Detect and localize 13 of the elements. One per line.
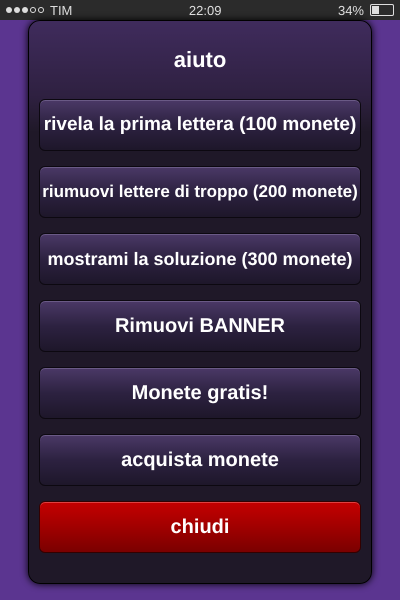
option-button[interactable]: rivela la prima lettera (100 monete) xyxy=(39,99,361,151)
option-button[interactable]: Monete gratis! xyxy=(39,367,361,419)
clock-time: 22:09 xyxy=(188,2,222,18)
option-button[interactable]: Rimuovi BANNER xyxy=(39,300,361,352)
battery-icon xyxy=(370,4,394,16)
option-button[interactable]: acquista monete xyxy=(39,434,361,486)
battery-percent: 34% xyxy=(338,2,364,18)
option-button[interactable]: riumuovi lettere di troppo (200 monete) xyxy=(39,166,361,218)
carrier-name: TIM xyxy=(50,2,72,18)
close-button[interactable]: chiudi xyxy=(39,501,361,553)
option-button[interactable]: mostrami la soluzione (300 monete) xyxy=(39,233,361,285)
dialog-title: aiuto xyxy=(172,46,228,74)
signal-icon xyxy=(6,7,44,13)
